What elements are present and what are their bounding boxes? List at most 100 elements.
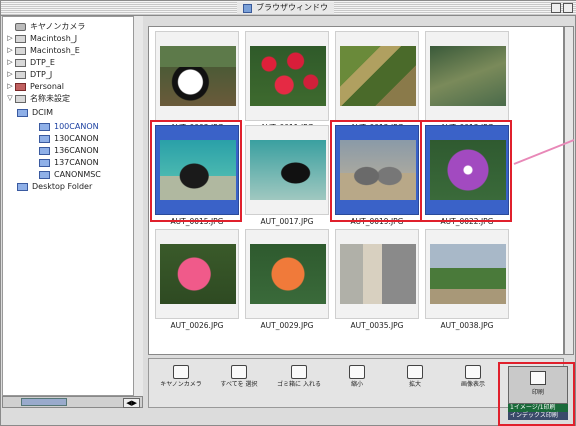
sidebar-item-label: DTP_J (30, 70, 53, 79)
drive-icon (15, 46, 26, 55)
thumbnail-frame (425, 229, 509, 319)
scroll-thumb[interactable] (21, 398, 67, 406)
disclosure-closed-icon[interactable]: ▷ (5, 45, 15, 56)
toolbar-button[interactable]: 縮小 (335, 363, 379, 407)
thumbnail-caption: AUT_0038.JPG (440, 321, 494, 330)
toolbar-button-label: 縮小 (350, 381, 363, 388)
folder-tree[interactable]: キヤノンカメラ ▷ Macintosh_J ▷ Macintosh_E ▷ DTP_E ▷ DT… (2, 16, 143, 396)
sidebar-item-label: 名称未設定 (30, 94, 70, 103)
disclosure-open-icon[interactable]: ▽ (5, 93, 15, 104)
sidebar-item-label: 130CANON (54, 134, 99, 143)
collapse-box-button[interactable] (563, 3, 573, 13)
window-icon (243, 3, 252, 13)
folder-icon (17, 182, 28, 191)
drive-icon (15, 94, 26, 103)
sidebar-item[interactable]: ▷ Macintosh_E (5, 45, 80, 56)
zoom-out-icon (349, 365, 365, 379)
view-image-icon (465, 365, 481, 379)
sidebar-item-label: DCIM (32, 108, 54, 117)
disclosure-closed-icon[interactable]: ▷ (5, 57, 15, 68)
toolbar-button-label: 拡大 (408, 381, 421, 388)
thumbnail-frame (155, 229, 239, 319)
thumbnail-cell[interactable]: AUT_0035.JPG (335, 229, 419, 333)
sidebar-item[interactable]: 137CANON (39, 157, 99, 168)
thumbnail-cell[interactable]: AUT_0026.JPG (155, 229, 239, 333)
toolbar-button[interactable]: すべてを 選択 (217, 363, 261, 407)
sidebar-item[interactable]: CANONMSC (39, 169, 101, 180)
print-highlight-box (498, 362, 575, 426)
thumbnail-cell[interactable]: AUT_0011.JPG (245, 31, 329, 135)
sidebar-item[interactable]: キヤノンカメラ (5, 21, 85, 32)
toolbar-button[interactable]: 画像表示 (451, 363, 495, 407)
person-icon (15, 82, 26, 91)
sidebar-item-label: DTP_E (30, 58, 55, 67)
sidebar-item[interactable]: DCIM (17, 107, 53, 118)
toolbar-button[interactable]: 拡大 (393, 363, 437, 407)
thumbnail-cell[interactable]: AUT_0038.JPG (425, 229, 509, 333)
sidebar-item[interactable]: ▷ DTP_J (5, 69, 52, 80)
thumbnail-image (250, 244, 326, 304)
sidebar-item-label: キヤノンカメラ (30, 22, 86, 31)
title-bar[interactable]: ブラウザウィンドウ (1, 1, 576, 16)
sidebar-item[interactable]: ▽ 名称未設定 (5, 93, 70, 104)
toolbar-button-label: ゴミ箱に 入れる (277, 381, 321, 388)
sidebar-item[interactable]: ▷ Macintosh_J (5, 33, 77, 44)
thumbnail-caption: AUT_0017.JPG (260, 217, 314, 226)
thumbnail-image (250, 140, 326, 200)
thumbnail-cell[interactable]: AUT_0029.JPG (245, 229, 329, 333)
camera-icon (173, 365, 189, 379)
sidebar-item[interactable]: 130CANON (39, 133, 99, 144)
toolbar-button-label: すべてを 選択 (220, 381, 258, 388)
thumbnail-image (340, 46, 416, 106)
thumbnail-caption: AUT_0029.JPG (260, 321, 314, 330)
folder-tree-hscrollbar[interactable]: ◀▶ (2, 396, 143, 408)
folder-icon (39, 146, 50, 155)
sidebar-item[interactable]: ▷ Personal (5, 81, 64, 92)
sidebar-item-label: CANONMSC (54, 170, 101, 179)
thumbnail-image (340, 244, 416, 304)
disclosure-closed-icon[interactable]: ▷ (5, 81, 15, 92)
folder-icon (17, 108, 28, 117)
thumbnail-image (160, 244, 236, 304)
thumbnail-caption: AUT_0026.JPG (170, 321, 224, 330)
folder-tree-scrollbar[interactable] (133, 16, 143, 396)
thumbnail-cell[interactable]: AUT_0017.JPG (245, 125, 329, 229)
toolbar-button[interactable]: キヤノンカメラ (159, 363, 203, 407)
sidebar-item-label: Desktop Folder (32, 182, 93, 191)
drive-icon (15, 58, 26, 67)
thumbnail-image (160, 46, 236, 106)
thumbnail-image (250, 46, 326, 106)
toolbar-button-label: 画像表示 (460, 381, 485, 388)
sidebar-item-label: 100CANON (54, 122, 99, 131)
zoom-in-icon (407, 365, 423, 379)
thumbnail-frame (245, 31, 329, 121)
thumbnail-grid-scrollbar[interactable] (564, 26, 574, 355)
thumbnail-frame (155, 31, 239, 121)
camera-icon (15, 22, 26, 31)
sidebar-item[interactable]: ▷ DTP_E (5, 57, 55, 68)
scroll-arrows[interactable]: ◀▶ (123, 398, 140, 408)
sidebar-item[interactable]: Desktop Folder (17, 181, 92, 192)
sidebar-item-label: Macintosh_J (30, 34, 78, 43)
toolbar-button[interactable]: ゴミ箱に 入れる (277, 363, 321, 407)
sidebar-item-label: Macintosh_E (30, 46, 80, 55)
selection-highlight-box (330, 120, 422, 222)
callout-arrow (513, 139, 575, 165)
folder-icon (39, 158, 50, 167)
drive-icon (15, 34, 26, 43)
zoom-box-button[interactable] (551, 3, 561, 13)
folder-icon (39, 134, 50, 143)
toolbar-button-label: キヤノンカメラ (160, 381, 202, 388)
trash-icon (291, 365, 307, 379)
sidebar-item-label: Personal (30, 82, 65, 91)
sidebar-item[interactable]: 136CANON (39, 145, 99, 156)
thumbnail-frame (335, 31, 419, 121)
thumbnail-frame (335, 229, 419, 319)
selection-highlight-box (150, 120, 242, 222)
thumbnail-frame (425, 31, 509, 121)
sidebar-item[interactable]: 100CANON (39, 121, 99, 132)
disclosure-closed-icon[interactable]: ▷ (5, 69, 15, 80)
window-title-text: ブラウザウィンドウ (256, 3, 328, 12)
disclosure-closed-icon[interactable]: ▷ (5, 33, 15, 44)
folder-icon (39, 170, 50, 179)
